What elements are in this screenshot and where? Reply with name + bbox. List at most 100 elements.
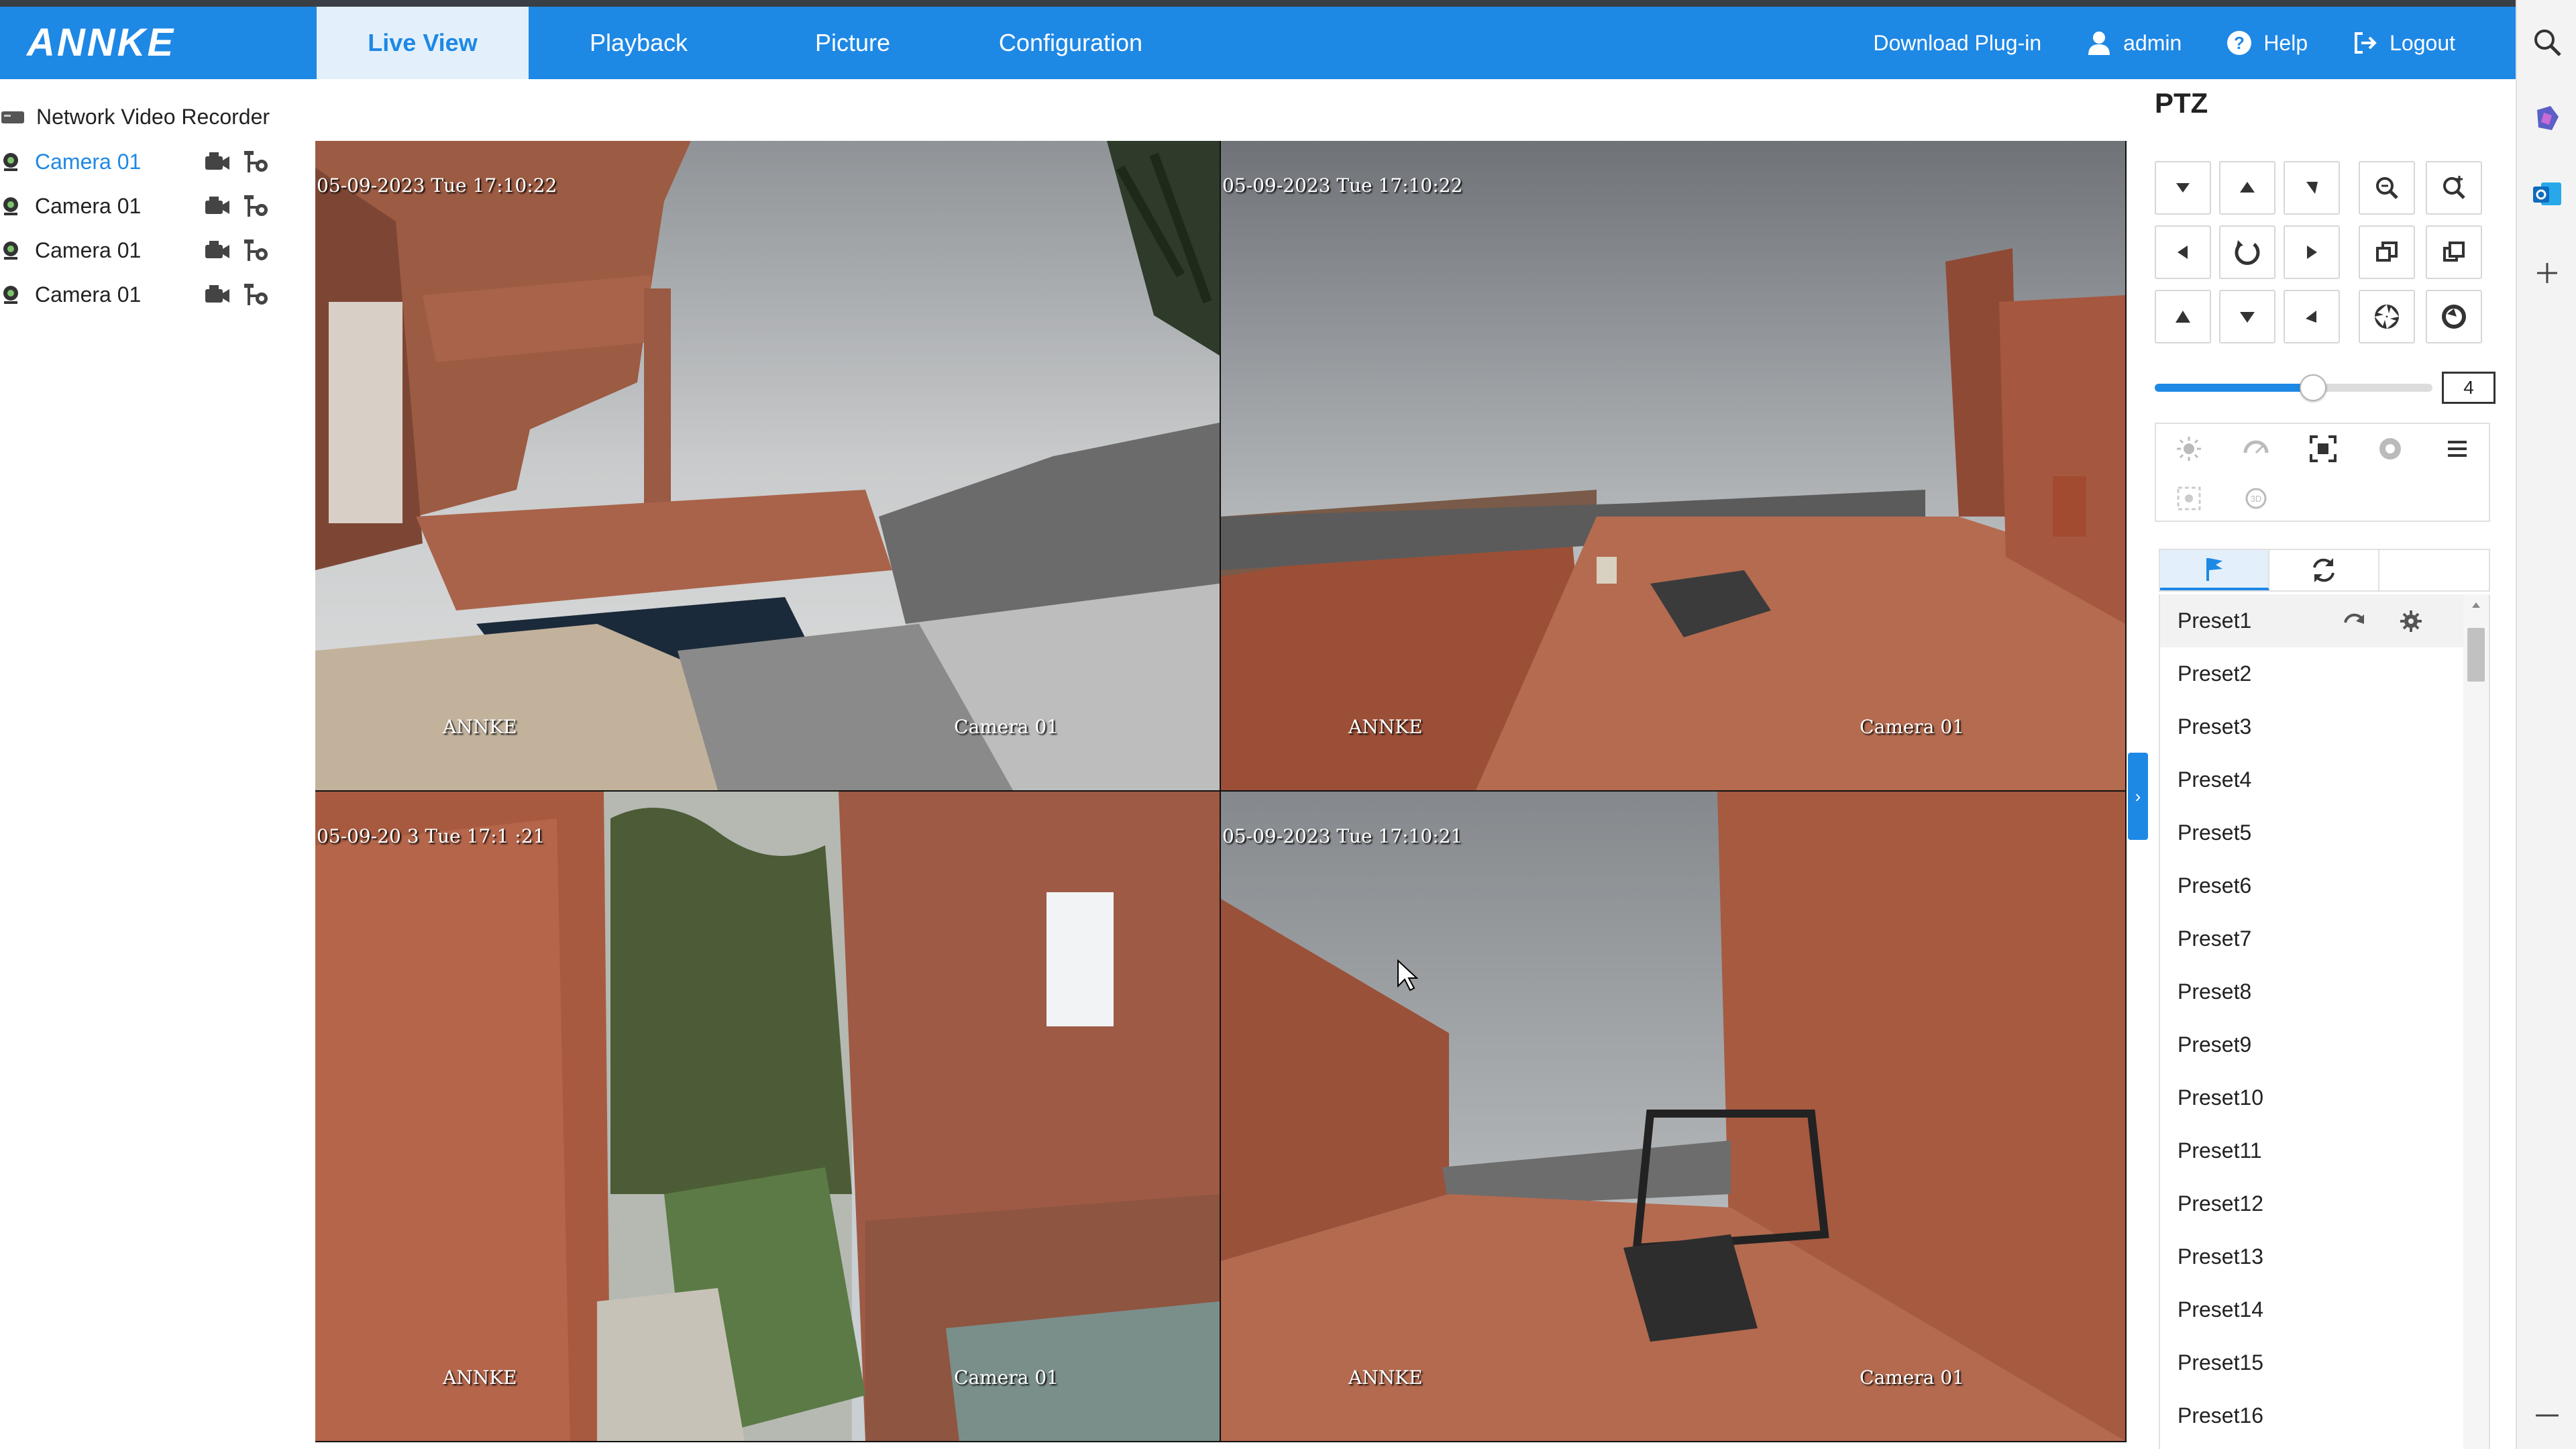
- preset-item[interactable]: Preset6: [2160, 859, 2489, 912]
- zoom-in-button[interactable]: [2426, 161, 2482, 215]
- scroll-up-icon[interactable]: [2471, 601, 2481, 609]
- ptz-auto-scan-button[interactable]: [2219, 225, 2275, 279]
- preset-scrollbar[interactable]: [2463, 594, 2489, 1449]
- camera-settings-icon[interactable]: [239, 194, 271, 218]
- preset-item[interactable]: Preset15: [2160, 1336, 2489, 1389]
- preset-item[interactable]: Preset8: [2160, 965, 2489, 1018]
- video-window-4[interactable]: 05-09-2023 Tue 17:10:21 ANNKE Camera 01: [1221, 792, 2125, 1441]
- ptz-up-right-button[interactable]: [2284, 161, 2340, 215]
- user-menu[interactable]: admin: [2086, 30, 2182, 56]
- preset-item[interactable]: Preset11: [2160, 1124, 2489, 1177]
- copilot-icon[interactable]: [2532, 103, 2563, 134]
- tab-picture[interactable]: Picture: [749, 7, 957, 79]
- ptz-down-right-button[interactable]: [2284, 290, 2340, 343]
- call-preset-icon[interactable]: [2341, 594, 2368, 647]
- light-icon[interactable]: [2156, 424, 2222, 474]
- tab-presets[interactable]: [2160, 550, 2270, 590]
- browser-sidebar: [2516, 0, 2576, 1449]
- osd-brand: ANNKE: [443, 716, 517, 738]
- osd-camera-name: Camera 01: [954, 716, 1059, 738]
- add-icon[interactable]: [2532, 258, 2563, 288]
- preset-scroll-thumb[interactable]: [2467, 628, 2485, 682]
- tab-playback[interactable]: Playback: [529, 7, 749, 79]
- ptz-down-button[interactable]: [2219, 290, 2275, 343]
- search-icon[interactable]: [2532, 27, 2563, 58]
- iris-open-button[interactable]: [2359, 290, 2415, 343]
- tab-live-view[interactable]: Live View: [317, 7, 529, 79]
- camera-label: Camera 01: [35, 193, 142, 218]
- preset-item[interactable]: Preset14: [2160, 1283, 2489, 1336]
- preset-item[interactable]: Preset2: [2160, 647, 2489, 700]
- preset-item[interactable]: Preset5: [2160, 806, 2489, 859]
- ptz-right-button[interactable]: [2284, 225, 2340, 279]
- camera-feed-image: [1221, 792, 2125, 1441]
- video-window-1[interactable]: 05-09-2023 Tue 17:10:22 ANNKE Camera 01: [315, 141, 1220, 790]
- tree-root-nvr[interactable]: Network Video Recorder: [0, 94, 309, 140]
- refresh-icon: [2313, 558, 2334, 582]
- 3d-zoom-icon[interactable]: 3D: [2223, 474, 2289, 523]
- camera-settings-icon[interactable]: [239, 282, 271, 307]
- outlook-icon[interactable]: [2532, 178, 2563, 209]
- video-window-3[interactable]: 05-09-20 3 Tue 17:1 :21 ANNKE Camera 01: [315, 792, 1220, 1441]
- ptz-down-left-button[interactable]: [2155, 290, 2211, 343]
- ptz-speed-handle[interactable]: [2299, 374, 2326, 401]
- osd-camera-name: Camera 01: [954, 1366, 1059, 1389]
- tab-patrols[interactable]: [2269, 550, 2379, 590]
- camera-item-4[interactable]: Camera 01: [0, 272, 309, 317]
- auto-focus-icon[interactable]: [2290, 424, 2356, 474]
- start-recording-icon[interactable]: [201, 151, 233, 172]
- ptz-up-left-button[interactable]: [2155, 161, 2211, 215]
- camera-icon: [3, 197, 18, 215]
- logout-link[interactable]: Logout: [2352, 30, 2455, 56]
- header-tools: Download Plug-in admin ? Help Logout: [1829, 7, 2455, 79]
- panel-collapse-handle[interactable]: ›: [2128, 753, 2148, 840]
- preset-item[interactable]: Preset7: [2160, 912, 2489, 965]
- tab-pattern[interactable]: [2379, 550, 2489, 590]
- camera-settings-icon[interactable]: [239, 150, 271, 174]
- camera-item-2[interactable]: Camera 01: [0, 184, 309, 228]
- preset-item[interactable]: Preset4: [2160, 753, 2489, 806]
- preset-item[interactable]: Preset9: [2160, 1018, 2489, 1071]
- camera-icon: [3, 241, 18, 260]
- camera-item-1[interactable]: Camera 01: [0, 140, 309, 184]
- video-window-2[interactable]: 05-09-2023 Tue 17:10:22 ANNKE Camera 01: [1221, 141, 2125, 790]
- preset-item[interactable]: Preset12: [2160, 1177, 2489, 1230]
- preset-item[interactable]: Preset16: [2160, 1389, 2489, 1442]
- download-plugin-label: Download Plug-in: [1873, 30, 2042, 55]
- lens-init-icon[interactable]: [2357, 424, 2423, 474]
- camera-settings-icon[interactable]: [239, 238, 271, 262]
- help-link[interactable]: ? Help: [2226, 30, 2308, 56]
- focus-near-button[interactable]: [2359, 225, 2415, 279]
- live-view-grid: 05-09-2023 Tue 17:10:22 ANNKE Camera 01 …: [315, 141, 2127, 1442]
- start-recording-icon[interactable]: [201, 239, 233, 261]
- osd-camera-name: Camera 01: [1860, 1366, 1964, 1389]
- device-tree: Network Video Recorder Camera 01 Camera …: [0, 94, 309, 317]
- download-plugin-link[interactable]: Download Plug-in: [1873, 31, 2041, 56]
- preset-item[interactable]: Preset3: [2160, 700, 2489, 753]
- ptz-speed-slider[interactable]: [2155, 374, 2432, 401]
- preset-item[interactable]: Preset13: [2160, 1230, 2489, 1283]
- ptz-up-button[interactable]: [2219, 161, 2275, 215]
- start-recording-icon[interactable]: [201, 284, 233, 305]
- ptz-left-button[interactable]: [2155, 225, 2211, 279]
- manual-tracking-icon[interactable]: [2156, 474, 2222, 523]
- nvr-icon: [1, 111, 24, 123]
- logout-icon: [2355, 32, 2377, 54]
- camera-item-3[interactable]: Camera 01: [0, 228, 309, 272]
- osd-camera-name: Camera 01: [1860, 716, 1964, 738]
- preset-list: Preset1 Preset2 Preset3 Preset4 Preset5 …: [2159, 594, 2490, 1449]
- camera-feed-image: [1221, 141, 2125, 790]
- gear-icon[interactable]: [2398, 594, 2424, 647]
- zoom-out-button[interactable]: [2359, 161, 2415, 215]
- wiper-icon[interactable]: [2223, 424, 2289, 474]
- preset-tabs: [2159, 549, 2490, 592]
- tab-configuration[interactable]: Configuration: [957, 7, 1185, 79]
- iris-close-button[interactable]: [2426, 290, 2482, 343]
- start-recording-icon[interactable]: [201, 195, 233, 217]
- preset-item[interactable]: Preset1: [2160, 594, 2489, 647]
- menu-icon[interactable]: [2424, 424, 2490, 474]
- preset-item[interactable]: Preset10: [2160, 1071, 2489, 1124]
- focus-far-button[interactable]: [2426, 225, 2482, 279]
- sidebar-settings-icon[interactable]: [2532, 1409, 2563, 1440]
- ptz-title: PTZ: [2155, 87, 2208, 119]
